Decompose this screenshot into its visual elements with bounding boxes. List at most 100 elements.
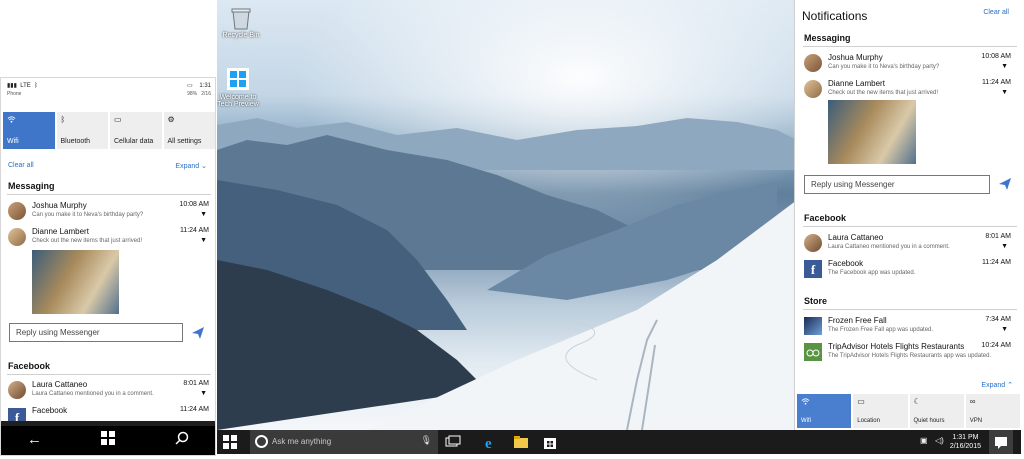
- desktop-icon-label: Welcome to Tech Preview: [217, 94, 259, 108]
- store-icon[interactable]: [542, 434, 558, 450]
- avatar: [8, 228, 26, 246]
- quick-action-wifi[interactable]: Wifi: [797, 394, 852, 428]
- notification-joshua-murphy[interactable]: Joshua Murphy Can you make it to Neva's …: [8, 201, 209, 225]
- chevron-down-icon[interactable]: ▼: [200, 237, 207, 244]
- quick-action-all-settings[interactable]: ⚙ All settings: [163, 112, 215, 149]
- volume-icon[interactable]: ◁): [935, 436, 944, 445]
- chevron-up-icon: ⌃: [1007, 382, 1013, 389]
- taskbar-clock[interactable]: 1:31 PM 2/16/2015: [950, 433, 981, 451]
- network-icon[interactable]: ▣: [920, 436, 928, 445]
- quick-action-label: Location: [857, 418, 880, 424]
- phone-clock: ▭ 1:31: [187, 82, 211, 89]
- chevron-down-icon: ⌄: [201, 163, 207, 170]
- desktop-icon-welcome[interactable]: Welcome to Tech Preview: [217, 68, 259, 108]
- avatar: [804, 234, 822, 252]
- quick-actions: Wifi ▭ Location ☾ Quiet hours ∞ VPN: [797, 394, 1020, 428]
- taskbar: Ask me anything 🎙︎ e ▣ ◁) 1:31 PM 2/16/2…: [217, 430, 1021, 454]
- notification-facebook[interactable]: f Facebook The Facebook app was updated.…: [804, 259, 1011, 283]
- clear-all-link[interactable]: Clear all: [983, 9, 1009, 16]
- chevron-down-icon[interactable]: ▼: [1001, 89, 1008, 96]
- notification-time: 10:08 AM: [981, 53, 1011, 60]
- notification-sender: Joshua Murphy: [828, 53, 883, 62]
- file-explorer-icon[interactable]: [513, 434, 529, 450]
- tripadvisor-icon: [804, 343, 822, 361]
- notification-sender: Facebook: [32, 406, 68, 415]
- vpn-icon: ∞: [969, 397, 976, 406]
- chevron-down-icon[interactable]: ▼: [200, 211, 207, 218]
- notification-sender: Laura Cattaneo: [32, 380, 88, 389]
- expand-link[interactable]: Expand ⌃: [981, 381, 1013, 389]
- notification-laura-cattaneo[interactable]: Laura Cattaneo Laura Cattaneo mentioned …: [804, 233, 1011, 257]
- chevron-down-icon[interactable]: ▼: [1001, 63, 1008, 70]
- quick-action-label: Wifi: [801, 418, 811, 424]
- drag-handle[interactable]: [1, 421, 215, 426]
- attached-image[interactable]: [828, 100, 916, 164]
- notification-time: 8:01 AM: [183, 380, 209, 387]
- store-section-title: Store: [804, 296, 828, 306]
- chevron-down-icon[interactable]: ▼: [200, 390, 207, 397]
- clear-all-link[interactable]: Clear all: [8, 162, 34, 169]
- expand-label: Expand: [175, 163, 200, 170]
- messaging-section-title: Messaging: [804, 33, 851, 43]
- notification-tripadvisor[interactable]: TripAdvisor Hotels Flights Restaurants T…: [804, 342, 1011, 366]
- notification-time: 7:34 AM: [985, 316, 1011, 323]
- divider: [7, 194, 211, 195]
- chevron-down-icon[interactable]: ▼: [1001, 243, 1008, 250]
- reply-input[interactable]: Reply using Messenger: [804, 175, 990, 194]
- task-view-icon[interactable]: [445, 434, 461, 450]
- chevron-down-icon[interactable]: ▼: [1001, 326, 1008, 333]
- notification-joshua-murphy[interactable]: Joshua Murphy Can you make it to Neva's …: [804, 53, 1011, 77]
- notification-time: 8:01 AM: [985, 233, 1011, 240]
- back-icon[interactable]: ←: [27, 431, 42, 448]
- quick-action-location[interactable]: ▭ Location: [853, 394, 908, 428]
- notification-message: Laura Cattaneo mentioned you in a commen…: [828, 244, 950, 250]
- quick-action-vpn[interactable]: ∞ VPN: [965, 394, 1020, 428]
- reply-input[interactable]: Reply using Messenger: [9, 323, 183, 342]
- expand-label: Expand: [981, 382, 1006, 389]
- action-center-panel: Notifications Clear all Messaging Joshua…: [794, 0, 1021, 430]
- wifi-icon: [7, 115, 16, 126]
- search-placeholder: Ask me anything: [272, 437, 332, 446]
- notification-dianne-lambert[interactable]: Dianne Lambert Check out the new items t…: [8, 227, 209, 251]
- notification-sender: Laura Cattaneo: [828, 233, 884, 242]
- windows-logo-icon[interactable]: [101, 431, 115, 449]
- windows-logo-icon: [227, 68, 249, 92]
- battery-icon: ▭: [186, 83, 193, 89]
- notification-frozen-free-fall[interactable]: Frozen Free Fall The Frozen Free Fall ap…: [804, 316, 1011, 340]
- location-icon: ▭: [857, 397, 865, 406]
- expand-link[interactable]: Expand ⌄: [175, 162, 207, 170]
- desktop-icon-label: Recycle Bin: [222, 32, 260, 39]
- signal-icon: ▮▮▮: [7, 83, 17, 89]
- desktop-icon-recycle-bin[interactable]: Recycle Bin: [220, 6, 262, 39]
- notification-sender: Dianne Lambert: [828, 79, 885, 88]
- quick-action-label: VPN: [969, 418, 983, 424]
- search-icon[interactable]: [175, 431, 189, 449]
- phone-notification-controls: Clear all Expand ⌄: [8, 162, 209, 170]
- action-center-button[interactable]: [989, 430, 1013, 454]
- svg-text:e: e: [485, 436, 492, 450]
- send-icon[interactable]: [191, 326, 205, 340]
- notification-laura-cattaneo[interactable]: Laura Cattaneo Laura Cattaneo mentioned …: [8, 380, 209, 404]
- microphone-icon[interactable]: 🎙︎: [421, 435, 432, 446]
- attached-image[interactable]: [32, 250, 119, 314]
- quick-action-label: Wifi: [7, 138, 19, 145]
- action-center-title: Notifications: [802, 9, 868, 23]
- notification-message: Check out the new items that just arrive…: [32, 238, 143, 244]
- recycle-bin-icon: [230, 6, 252, 30]
- internet-explorer-icon[interactable]: e: [483, 434, 499, 452]
- quick-action-wifi[interactable]: Wifi: [3, 112, 55, 149]
- notification-time: 11:24 AM: [179, 227, 209, 234]
- quick-action-bluetooth[interactable]: ᛒ Bluetooth: [56, 112, 108, 149]
- quick-action-quiet-hours[interactable]: ☾ Quiet hours: [909, 394, 964, 428]
- notification-message: The Frozen Free Fall app was updated.: [828, 327, 934, 333]
- send-icon[interactable]: [998, 177, 1012, 191]
- notification-sender: Frozen Free Fall: [828, 316, 887, 325]
- phone-status-bar: ▮▮▮ LTE ᛒ Phone ▭ 1:31 98% 2/16: [1, 78, 215, 100]
- bluetooth-icon: ᛒ: [60, 115, 66, 124]
- quick-action-cellular-data[interactable]: ▭ Cellular data: [110, 112, 162, 149]
- start-button[interactable]: [223, 435, 237, 449]
- clock-time: 1:31 PM: [952, 434, 979, 441]
- divider: [803, 309, 1017, 310]
- search-box[interactable]: Ask me anything 🎙︎: [250, 430, 438, 454]
- notification-time: 11:24 AM: [179, 406, 209, 413]
